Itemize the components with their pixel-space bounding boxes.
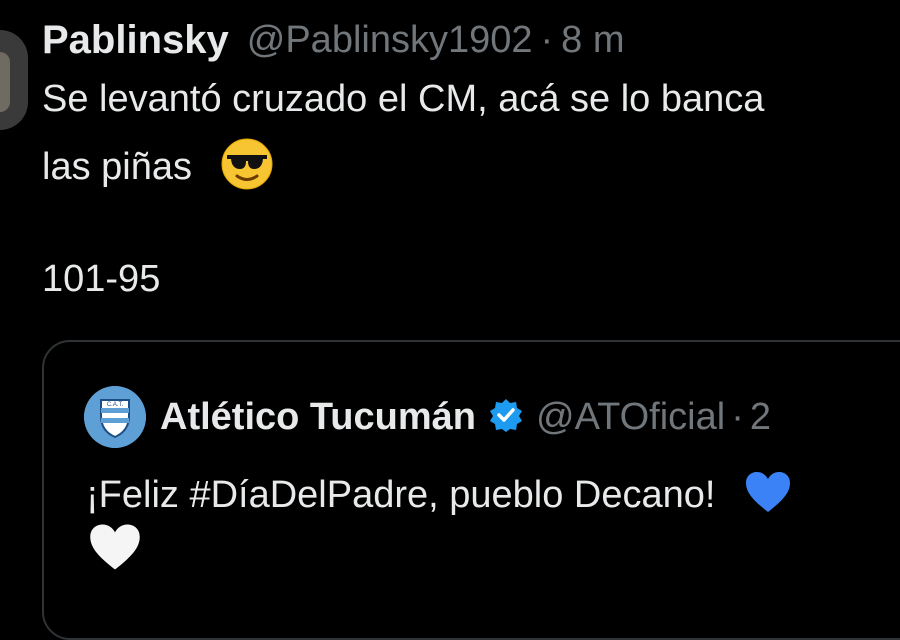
logo-text: C.A.T. [107,402,124,408]
atletico-tucuman-logo[interactable]: C.A.T. [84,386,146,448]
quoted-tweet-text: ¡Feliz #DíaDelPadre, pueblo Decano! [86,474,716,517]
tweet-text-line-2: las piñas [42,138,273,200]
blue-heart-icon [744,470,792,524]
quoted-author-handle[interactable]: @ATOficial [536,396,725,439]
quoted-tweet-text-line-1: ¡Feliz #DíaDelPadre, pueblo Decano! [86,470,792,524]
quoted-tweet-card[interactable]: C.A.T. Atlético Tucumán @ATOficial · 2 ¡… [42,340,900,640]
verified-badge-icon [488,397,524,438]
quoted-tweet-timestamp[interactable]: 2 [750,396,771,439]
tweet-text: 101-95 [42,258,161,300]
tweet-text-line-1: Se levantó cruzado el CM, acá se lo banc… [42,78,764,121]
separator-dot: · [731,395,744,438]
author-avatar[interactable] [0,30,28,130]
tweet-text-line-3: 101-95 [42,258,160,301]
tweet-text: Se levantó cruzado el CM, acá se lo banc… [42,78,765,120]
white-heart-icon [88,522,142,582]
author-name[interactable]: Pablinsky [42,18,229,63]
tweet-text: las piñas [42,146,192,189]
author-handle[interactable]: @Pablinsky1902 [247,19,533,62]
separator-dot: · [540,18,554,61]
tweet-header: Pablinsky @Pablinsky1902 · 8 m [42,12,625,68]
tweet-timestamp[interactable]: 8 m [561,19,624,62]
quoted-tweet-header: Atlético Tucumán @ATOficial · 2 [160,386,771,448]
quoted-tweet-text-line-2 [88,522,142,582]
quoted-author-name[interactable]: Atlético Tucumán [160,396,476,439]
smiling-face-with-sunglasses-icon [221,138,273,200]
